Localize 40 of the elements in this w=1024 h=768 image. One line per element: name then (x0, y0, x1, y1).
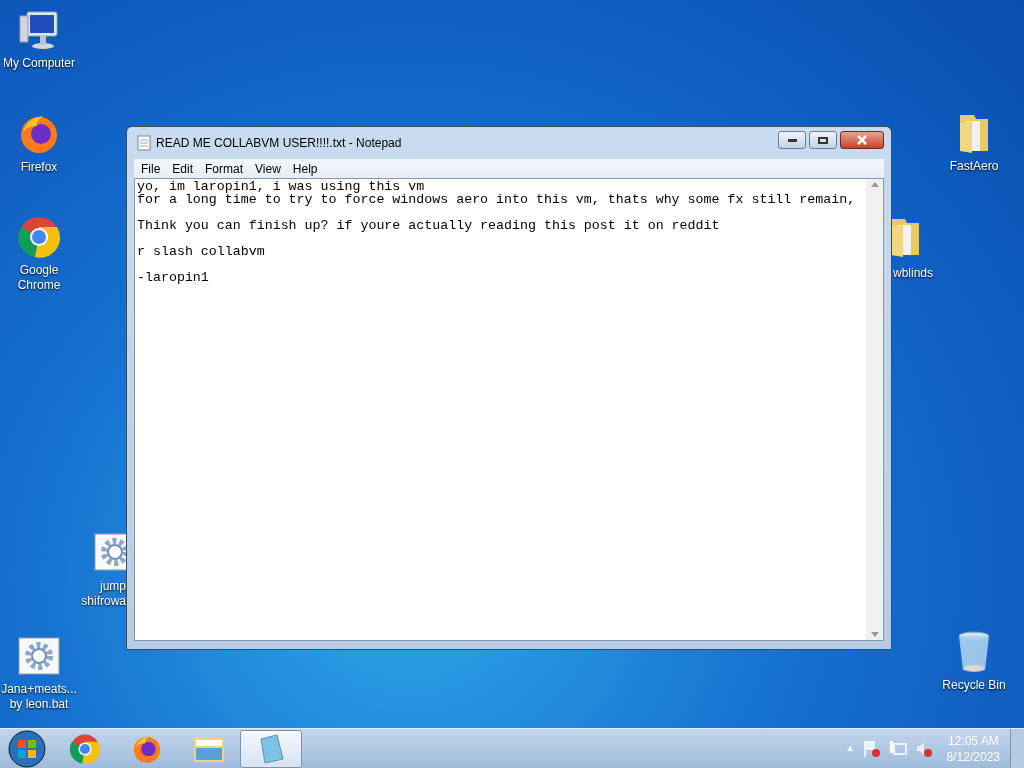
chrome-icon (69, 732, 101, 765)
icon-label[interactable]: jump (100, 579, 126, 594)
menu-item[interactable]: View (249, 159, 287, 178)
icon-label[interactable]: FastAero (949, 159, 999, 174)
notepad-icon (137, 135, 151, 151)
text-line: Think you can finish up? if youre actually reading this post it on reddit (137, 219, 721, 232)
time: 12:05 AM (947, 732, 999, 749)
close-icon (856, 135, 868, 145)
gear-icon (17, 634, 61, 678)
text-line: yo, im laropin1, i was using this vm (137, 180, 426, 193)
menu-item[interactable]: Help (286, 159, 324, 178)
scrollbar[interactable] (866, 179, 883, 640)
chrome-icon (17, 215, 61, 259)
show-desktop-button[interactable] (1010, 729, 1024, 768)
windows-logo-icon (8, 729, 46, 768)
text-line: -laropin1 (137, 271, 210, 284)
network-icon[interactable] (888, 739, 907, 758)
date: 8/12/2023 (946, 748, 1000, 765)
icon-label[interactable]: Chrome (17, 278, 61, 293)
icon-label[interactable]: My Computer (3, 56, 75, 71)
scroll-up-icon[interactable] (870, 182, 879, 187)
icon-label[interactable]: shifrowa (81, 594, 126, 609)
close-button[interactable] (840, 131, 884, 149)
icon-label[interactable]: Recycle Bin (942, 678, 1006, 693)
menu-item[interactable]: Edit (166, 159, 200, 178)
icon-label[interactable]: Google (19, 263, 59, 278)
icon-label[interactable]: wblinds (893, 266, 934, 281)
icon-label[interactable]: Jana+meats... (1, 682, 77, 697)
minimize-button[interactable] (778, 131, 806, 149)
icon-label[interactable]: by leon.bat (9, 697, 69, 712)
icon-label[interactable]: Firefox (20, 160, 58, 175)
menu-item[interactable]: File (135, 159, 167, 178)
menu-item[interactable]: Format (199, 159, 250, 178)
maximize-button[interactable] (809, 131, 837, 149)
computer-icon (17, 8, 61, 52)
text-line: for a long time to try to force windows aero into this vm, thats why some fx still remain, (137, 193, 857, 206)
window-title: READ ME COLLABVM USER!!!!.txt - Notepad (156, 135, 403, 152)
text-line: r slash collabvm (137, 245, 266, 258)
scroll-down-icon[interactable] (870, 632, 879, 637)
flag-icon[interactable] (862, 739, 881, 758)
